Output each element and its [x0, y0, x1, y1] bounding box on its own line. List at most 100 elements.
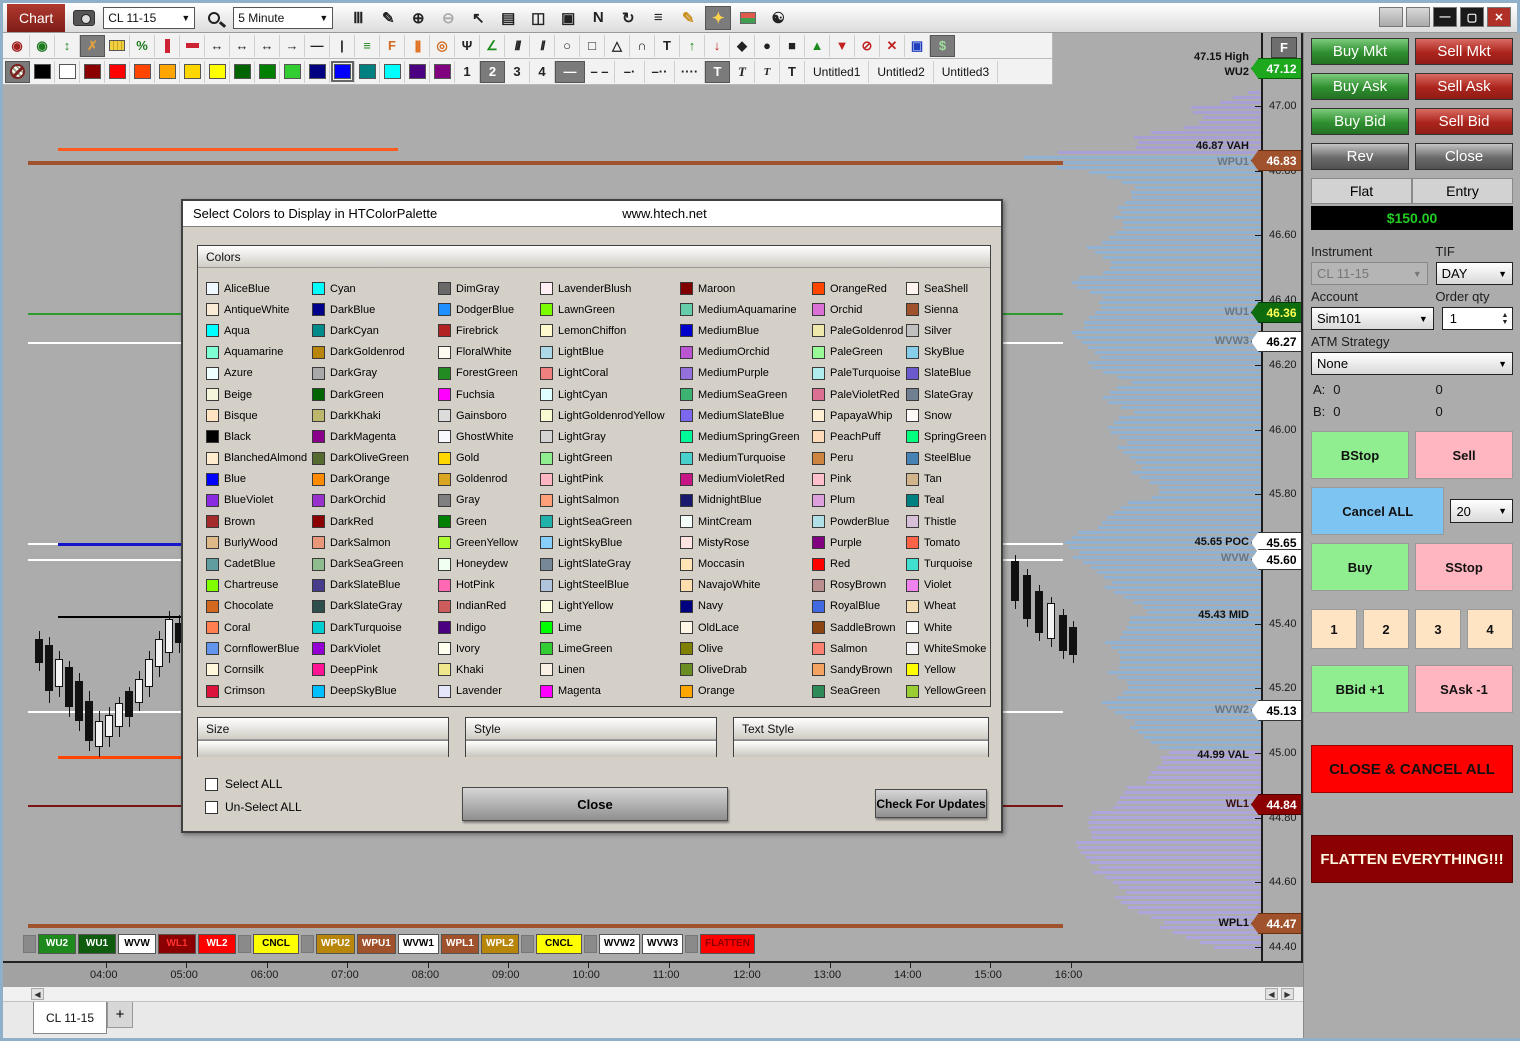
level-button-wpl2[interactable]: WPL2 — [481, 934, 519, 954]
qty2-dropdown[interactable]: 20 ▼ — [1450, 499, 1513, 523]
color-option-MediumAquamarine[interactable]: MediumAquamarine — [680, 299, 812, 320]
compare-icon[interactable] — [735, 6, 761, 30]
flat-button[interactable]: Flat — [1311, 178, 1412, 204]
color-swatch-8B0000[interactable] — [80, 61, 105, 83]
color-option-SandyBrown[interactable]: SandyBrown — [812, 659, 906, 680]
unselect-all-checkbox[interactable]: Un-Select ALL — [205, 800, 302, 814]
color-option-FloralWhite[interactable]: FloralWhite — [438, 342, 540, 363]
color-option-PaleVioletRed[interactable]: PaleVioletRed — [812, 384, 906, 405]
level-button-wvw2[interactable]: WVW2 — [599, 934, 640, 954]
level-button-cncl[interactable]: CNCL — [253, 934, 299, 954]
sask-button[interactable]: SAsk -1 — [1415, 665, 1513, 713]
color-option-SeaGreen[interactable]: SeaGreen — [812, 681, 906, 702]
color-option-LightSalmon[interactable]: LightSalmon — [540, 490, 680, 511]
color-swatch-000000[interactable] — [30, 61, 55, 83]
color-option-IndianRed[interactable]: IndianRed — [438, 596, 540, 617]
line-style-3[interactable]: –·· — [645, 61, 675, 83]
color-swatch-FF0000[interactable] — [105, 61, 130, 83]
color-option-LightGoldenrodYellow[interactable]: LightGoldenrodYellow — [540, 405, 680, 426]
extend-line-icon[interactable]: ↔ — [205, 35, 230, 57]
hatch3-icon[interactable]: /// — [505, 35, 530, 57]
flatten-everything-button[interactable]: FLATTEN EVERYTHING!!! — [1311, 835, 1513, 883]
level-button-wu1[interactable]: WU1 — [78, 934, 116, 954]
dollar-icon[interactable]: $ — [930, 35, 955, 57]
color-swatch-006400[interactable] — [230, 61, 255, 83]
color-option-Fuchsia[interactable]: Fuchsia — [438, 384, 540, 405]
color-swatch-800080[interactable] — [430, 61, 455, 83]
color-option-Tan[interactable]: Tan — [906, 469, 986, 490]
square-icon[interactable]: ■ — [780, 35, 805, 57]
rectangle-icon[interactable]: □ — [580, 35, 605, 57]
color-swatch-008080[interactable] — [355, 61, 380, 83]
horizontal-scrollbar[interactable]: ◀ ◀ ▶ — [3, 987, 1303, 1002]
window-button-1[interactable] — [1379, 7, 1403, 27]
color-option-Wheat[interactable]: Wheat — [906, 596, 986, 617]
cancel-all-button[interactable]: Cancel ALL — [1311, 487, 1444, 535]
color-option-Snow[interactable]: Snow — [906, 405, 986, 426]
color-option-BlueViolet[interactable]: BlueViolet — [206, 490, 312, 511]
sell-ask-button[interactable]: Sell Ask — [1415, 73, 1513, 100]
palette-icon[interactable]: ✦ — [705, 6, 731, 30]
percent-icon[interactable]: % — [130, 35, 155, 57]
color-option-MintCream[interactable]: MintCream — [680, 511, 812, 532]
color-swatch-008000[interactable] — [255, 61, 280, 83]
color-option-DarkRed[interactable]: DarkRed — [312, 511, 438, 532]
dialog-title-bar[interactable]: Select Colors to Display in HTColorPalet… — [183, 201, 1001, 227]
arrow-up-icon[interactable]: ↑ — [680, 35, 705, 57]
color-option-Magenta[interactable]: Magenta — [540, 681, 680, 702]
color-option-Maroon[interactable]: Maroon — [680, 278, 812, 299]
color-option-LightBlue[interactable]: LightBlue — [540, 342, 680, 363]
atm-dropdown[interactable]: None ▼ — [1311, 352, 1513, 375]
color-option-CornflowerBlue[interactable]: CornflowerBlue — [206, 638, 312, 659]
updown-arrows-icon[interactable]: ↕ — [55, 35, 80, 57]
color-option-DarkOliveGreen[interactable]: DarkOliveGreen — [312, 448, 438, 469]
tif-dropdown[interactable]: DAY ▼ — [1436, 262, 1513, 285]
color-option-Silver[interactable]: Silver — [906, 320, 986, 341]
color-option-Gray[interactable]: Gray — [438, 490, 540, 511]
color-option-RoyalBlue[interactable]: RoyalBlue — [812, 596, 906, 617]
color-option-SteelBlue[interactable]: SteelBlue — [906, 448, 986, 469]
bstop-button[interactable]: BStop — [1311, 431, 1409, 479]
color-option-DarkOrange[interactable]: DarkOrange — [312, 469, 438, 490]
minimize-button[interactable]: — — [1433, 7, 1457, 27]
sell-button[interactable]: Sell — [1415, 431, 1513, 479]
quick-qty-1-button[interactable]: 1 — [1311, 609, 1357, 649]
draw-pencil-icon[interactable]: ✎ — [675, 6, 701, 30]
close-button[interactable]: Close — [1415, 143, 1513, 170]
bar-chart-icon[interactable]: Ⅲ — [345, 6, 371, 30]
ray-icon[interactable]: → — [280, 35, 305, 57]
color-option-LightGray[interactable]: LightGray — [540, 426, 680, 447]
color-option-PowderBlue[interactable]: PowderBlue — [812, 511, 906, 532]
arrow-down-icon[interactable]: ↓ — [705, 35, 730, 57]
color-option-MediumSpringGreen[interactable]: MediumSpringGreen — [680, 426, 812, 447]
color-option-Black[interactable]: Black — [206, 426, 312, 447]
line-style-1[interactable]: – – — [585, 61, 615, 83]
color-option-Moccasin[interactable]: Moccasin — [680, 553, 812, 574]
text-style-field[interactable] — [734, 740, 988, 757]
color-option-DarkKhaki[interactable]: DarkKhaki — [312, 405, 438, 426]
color-option-MediumTurquoise[interactable]: MediumTurquoise — [680, 448, 812, 469]
color-option-MistyRose[interactable]: MistyRose — [680, 532, 812, 553]
color-option-SlateGray[interactable]: SlateGray — [906, 384, 986, 405]
color-option-PaleGreen[interactable]: PaleGreen — [812, 342, 906, 363]
color-option-OldLace[interactable]: OldLace — [680, 617, 812, 638]
color-option-LightSteelBlue[interactable]: LightSteelBlue — [540, 575, 680, 596]
color-option-PeachPuff[interactable]: PeachPuff — [812, 426, 906, 447]
tab-untitled3[interactable]: Untitled3 — [934, 61, 998, 83]
sell-bid-button[interactable]: Sell Bid — [1415, 108, 1513, 135]
color-option-MediumSlateBlue[interactable]: MediumSlateBlue — [680, 405, 812, 426]
instrument-select[interactable]: CL 11-15 ▼ — [103, 7, 195, 29]
color-option-Goldenrod[interactable]: Goldenrod — [438, 469, 540, 490]
tab-untitled1[interactable]: Untitled1 — [805, 61, 869, 83]
horizontal-dash-icon[interactable] — [180, 35, 205, 57]
color-option-LawnGreen[interactable]: LawnGreen — [540, 299, 680, 320]
color-swatch-4B0082[interactable] — [405, 61, 430, 83]
color-option-AliceBlue[interactable]: AliceBlue — [206, 278, 312, 299]
color-option-SkyBlue[interactable]: SkyBlue — [906, 342, 986, 363]
stepper-arrows-icon[interactable]: ▲▼ — [1498, 312, 1512, 326]
buy-ask-button[interactable]: Buy Ask — [1311, 73, 1409, 100]
color-option-DarkOrchid[interactable]: DarkOrchid — [312, 490, 438, 511]
line-width-3[interactable]: 3 — [505, 61, 530, 83]
text-style-1[interactable]: T — [730, 61, 755, 83]
quick-qty-2-button[interactable]: 2 — [1363, 609, 1409, 649]
